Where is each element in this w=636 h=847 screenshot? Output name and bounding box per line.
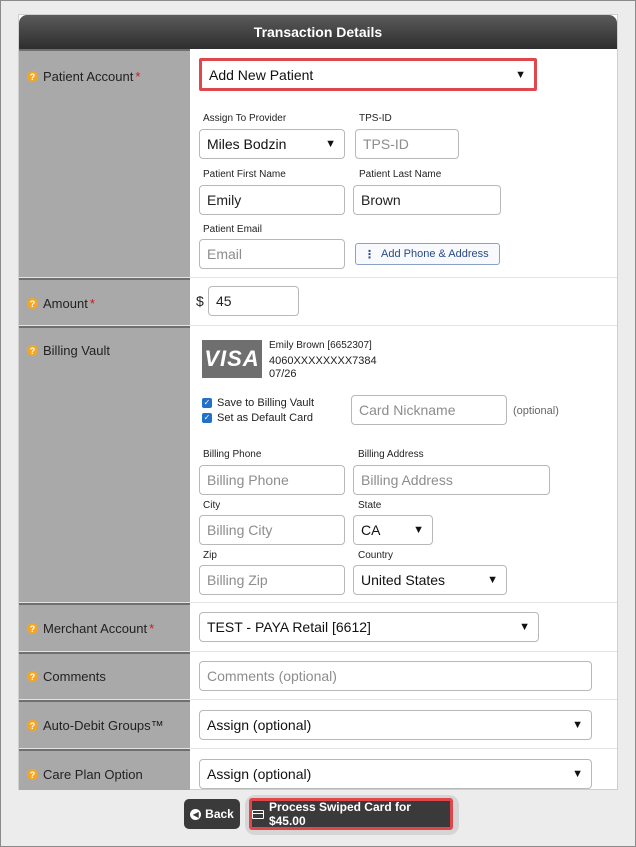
chevron-down-icon: ▼ [487,574,498,586]
help-icon[interactable]: ? [27,623,38,634]
care-plan-row: ? Care Plan Option Assign (optional) ▼ [19,749,617,790]
auto-debit-label: Auto-Debit Groups™ [43,718,164,733]
chevron-down-icon: ▼ [572,768,583,780]
add-phone-address-button[interactable]: ⋮ Add Phone & Address [355,243,500,265]
billing-vault-label: Billing Vault [43,343,110,358]
comments-row: ? Comments Comments (optional) [19,652,617,700]
billing-vault-label-cell: ? Billing Vault [19,326,190,602]
check-icon: ✓ [202,398,212,408]
chevron-down-icon: ▼ [413,524,424,536]
email-input[interactable]: Email [199,239,345,269]
help-icon[interactable]: ? [27,71,38,82]
chevron-down-icon: ▼ [519,621,530,633]
amount-label-cell: ? Amount * [19,278,190,325]
assign-provider-label: Assign To Provider [203,113,287,124]
help-icon[interactable]: ? [27,345,38,356]
billing-city-input[interactable]: Billing City [199,515,345,545]
merchant-account-label: Merchant Account [43,621,148,636]
help-icon[interactable]: ? [27,769,38,780]
merchant-account-select[interactable]: TEST - PAYA Retail [6612] ▼ [199,612,539,642]
state-label: State [358,500,382,511]
back-arrow-icon: ◀ [190,808,202,820]
transaction-panel: Transaction Details ? Patient Account * … [18,14,618,790]
help-icon[interactable]: ? [27,671,38,682]
credit-card-icon [252,809,264,819]
billing-vault-row: ? Billing Vault VISA Emily Brown [665230… [19,326,617,603]
auto-debit-label-cell: ? Auto-Debit Groups™ [19,700,190,748]
chevron-down-icon: ▼ [515,68,526,81]
zip-label: Zip [203,550,217,561]
billing-phone-input[interactable]: Billing Phone [199,465,345,495]
patient-account-row: ? Patient Account * Add New Patient ▼ As… [19,49,617,278]
currency-symbol: $ [196,293,204,309]
state-select[interactable]: CA ▼ [353,515,433,545]
check-icon: ✓ [202,413,212,423]
patient-account-label-cell: ? Patient Account * [19,49,190,277]
optional-note: (optional) [513,405,559,417]
last-name-label: Patient Last Name [359,169,442,180]
help-icon[interactable]: ? [27,720,38,731]
billing-zip-input[interactable]: Billing Zip [199,565,345,595]
chevron-down-icon: ▼ [572,719,583,731]
chevron-down-icon: ▼ [325,138,336,150]
more-vertical-icon: ⋮ [364,248,375,261]
help-icon[interactable]: ? [27,298,38,309]
tps-id-label: TPS-ID [359,113,392,124]
required-marker: * [135,69,141,84]
care-plan-label: Care Plan Option [43,767,143,782]
card-holder-name: Emily Brown [6652307] [269,340,372,351]
first-name-label: Patient First Name [203,169,286,180]
comments-label-cell: ? Comments [19,652,190,699]
amount-label: Amount [43,296,88,311]
auto-debit-select[interactable]: Assign (optional) ▼ [199,710,592,740]
amount-row: ? Amount * $ 45 [19,278,617,326]
process-swiped-card-button[interactable]: Process Swiped Card for $45.00 [249,798,453,830]
required-marker: * [149,621,155,636]
save-to-vault-checkbox[interactable]: ✓ Save to Billing Vault [202,397,314,409]
card-number: 4060XXXXXXXX7384 [269,355,377,367]
email-label: Patient Email [203,224,262,235]
patient-account-select[interactable]: Add New Patient ▼ [199,58,537,91]
comments-label: Comments [43,669,106,684]
required-marker: * [89,296,95,311]
country-select[interactable]: United States ▼ [353,565,507,595]
comments-input[interactable]: Comments (optional) [199,661,592,691]
billing-address-input[interactable]: Billing Address [353,465,550,495]
card-nickname-input[interactable]: Card Nickname [351,395,507,425]
merchant-account-label-cell: ? Merchant Account * [19,603,190,651]
billing-address-label: Billing Address [358,449,424,460]
first-name-input[interactable]: Emily [199,185,345,215]
last-name-input[interactable]: Brown [353,185,501,215]
patient-account-label: Patient Account [43,69,134,84]
amount-input[interactable]: 45 [208,286,299,316]
tps-id-input[interactable]: TPS-ID [355,129,459,159]
back-button[interactable]: ◀ Back [184,799,240,829]
city-label: City [203,500,221,511]
merchant-account-row: ? Merchant Account * TEST - PAYA Retail … [19,603,617,652]
set-default-card-checkbox[interactable]: ✓ Set as Default Card [202,412,313,424]
action-bar: ◀ Back Process Swiped Card for $45.00 [0,795,636,835]
auto-debit-row: ? Auto-Debit Groups™ Assign (optional) ▼ [19,700,617,749]
panel-title: Transaction Details [19,15,617,49]
billing-phone-label: Billing Phone [203,449,262,460]
care-plan-label-cell: ? Care Plan Option [19,749,190,790]
care-plan-select[interactable]: Assign (optional) ▼ [199,759,592,789]
visa-card-logo: VISA [202,340,262,378]
process-button-wrapper: Process Swiped Card for $45.00 [245,795,459,835]
country-label: Country [358,550,394,561]
card-expiry: 07/26 [269,368,297,380]
assign-provider-select[interactable]: Miles Bodzin ▼ [199,129,345,159]
